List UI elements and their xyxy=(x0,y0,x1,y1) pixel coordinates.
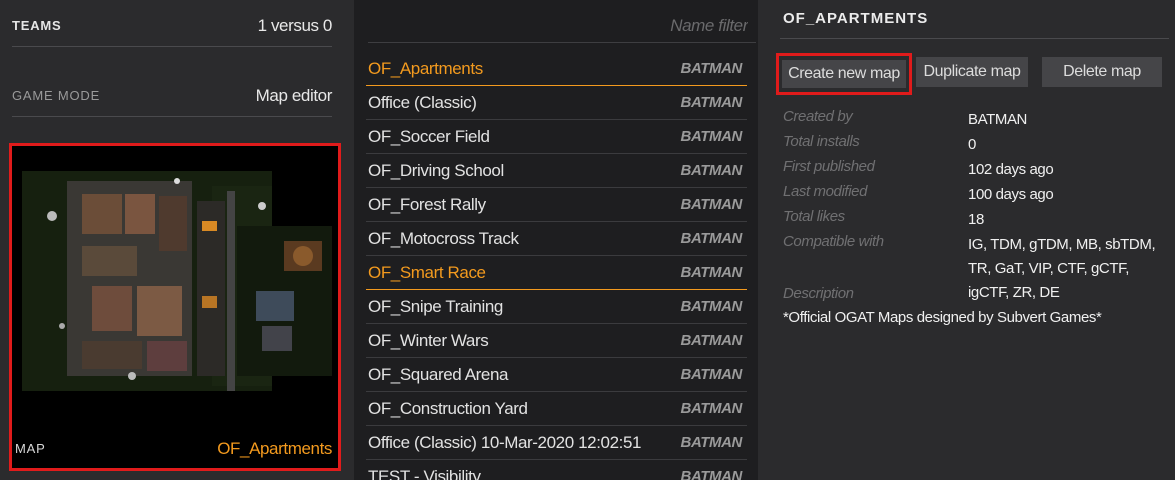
map-list-item-name: OF_Soccer Field xyxy=(368,127,490,146)
game-mode-row[interactable]: GAME MODE Map editor xyxy=(12,70,332,117)
compatible-value: IG, TDM, gTDM, MB, sbTDM, TR, GaT, VIP, … xyxy=(968,236,1156,301)
map-list-item-name: OF_Smart Race xyxy=(368,263,486,282)
total-installs-value: 0 xyxy=(968,136,976,153)
map-list-item[interactable]: OF_Forest Rally BATMAN xyxy=(366,188,747,222)
teams-label: TEAMS xyxy=(12,18,62,33)
map-list-item[interactable]: OF_Snipe Training BATMAN xyxy=(366,290,747,324)
map-list-item[interactable]: Office (Classic) 10-Mar-2020 12:02:51 BAT… xyxy=(366,426,747,460)
title-divider xyxy=(780,38,1169,39)
map-list-item-author: BATMAN xyxy=(680,60,743,77)
map-list-item-author: BATMAN xyxy=(680,230,743,247)
map-list-item[interactable]: OF_Squared Arena BATMAN xyxy=(366,358,747,392)
total-installs-label: Total installs xyxy=(783,133,860,150)
create-new-map-button[interactable]: Create new map xyxy=(776,53,912,95)
map-preview-image xyxy=(12,146,338,468)
map-list-item-name: OF_Construction Yard xyxy=(368,399,528,418)
map-list-item-author: BATMAN xyxy=(680,468,743,480)
total-likes-value: 18 xyxy=(968,211,984,228)
map-list-item[interactable]: OF_Winter Wars BATMAN xyxy=(366,324,747,358)
map-list-item-author: BATMAN xyxy=(680,128,743,145)
created-by-label: Created by xyxy=(783,108,853,125)
map-list-item-name: OF_Squared Arena xyxy=(368,365,509,384)
map-name: OF_Apartments xyxy=(217,439,332,458)
map-list-item[interactable]: OF_Motocross Track BATMAN xyxy=(366,222,747,256)
map-list-item-name: Office (Classic) xyxy=(368,93,477,112)
map-list-item-name: OF_Apartments xyxy=(368,59,483,78)
map-details-title: OF_APARTMENTS xyxy=(783,10,929,27)
last-modified-label: Last modified xyxy=(783,183,868,200)
map-list-item-author: BATMAN xyxy=(680,162,743,179)
map-list-item[interactable]: TEST - Visibility BATMAN xyxy=(366,460,747,480)
map-preview[interactable]: MAP OF_Apartments xyxy=(9,143,341,471)
game-mode-value: Map editor xyxy=(255,86,333,105)
map-list-item-name: Office (Classic) 10-Mar-2020 12:02:51 xyxy=(368,433,642,452)
map-list-item-author: BATMAN xyxy=(680,298,743,315)
map-list-panel: OF_Apartments BATMAN Office (Classic) BATMA… xyxy=(354,0,758,480)
map-list-item-author: BATMAN xyxy=(680,366,743,383)
duplicate-map-button[interactable]: Duplicate map xyxy=(916,57,1028,87)
map-list-item-name: TEST - Visibility xyxy=(368,467,481,480)
description-label: Description xyxy=(783,285,854,302)
map-list-item[interactable]: OF_Driving School BATMAN xyxy=(366,154,747,188)
map-list-item-name: OF_Winter Wars xyxy=(368,331,489,350)
map-list-item[interactable]: OF_Soccer Field BATMAN xyxy=(366,120,747,154)
map-details-panel: OF_APARTMENTS Create new map Duplicate m… xyxy=(770,0,1175,480)
create-new-map-label: Create new map xyxy=(782,60,906,88)
map-label: MAP xyxy=(15,441,46,456)
map-list-item[interactable]: Office (Classic) BATMAN xyxy=(366,86,747,120)
map-list-item[interactable]: OF_Smart Race BATMAN xyxy=(366,256,747,290)
teams-row[interactable]: TEAMS 1 versus 0 xyxy=(12,0,332,47)
map-list-item-name: OF_Driving School xyxy=(368,161,504,180)
map-list-item-author: BATMAN xyxy=(680,332,743,349)
settings-panel: TEAMS 1 versus 0 GAME MODE Map editor MA… xyxy=(0,0,345,480)
first-published-label: First published xyxy=(783,158,875,175)
last-modified-value: 100 days ago xyxy=(968,186,1054,203)
map-list-item-author: BATMAN xyxy=(680,434,743,451)
teams-value: 1 versus 0 xyxy=(257,16,333,35)
map-list-item-name: OF_Forest Rally xyxy=(368,195,486,214)
map-list: OF_Apartments BATMAN Office (Classic) BATMA… xyxy=(366,52,747,480)
map-list-item-author: BATMAN xyxy=(680,196,743,213)
map-list-item[interactable]: OF_Construction Yard BATMAN xyxy=(366,392,747,426)
game-mode-label: GAME MODE xyxy=(12,88,101,103)
map-list-item-author: BATMAN xyxy=(680,94,743,111)
map-list-item-author: BATMAN xyxy=(680,400,743,417)
map-list-item-author: BATMAN xyxy=(680,264,743,281)
map-list-item-name: OF_Motocross Track xyxy=(368,229,519,248)
map-list-item[interactable]: OF_Apartments BATMAN xyxy=(366,52,747,86)
map-list-item-name: OF_Snipe Training xyxy=(368,297,503,316)
description-text: *Official OGAT Maps designed by Subvert … xyxy=(783,309,1102,326)
name-filter-input[interactable] xyxy=(368,10,756,43)
delete-map-button[interactable]: Delete map xyxy=(1042,57,1162,87)
compatible-label: Compatible with xyxy=(783,233,884,250)
total-likes-label: Total likes xyxy=(783,208,845,225)
first-published-value: 102 days ago xyxy=(968,161,1054,178)
created-by-value: BATMAN xyxy=(968,111,1027,128)
